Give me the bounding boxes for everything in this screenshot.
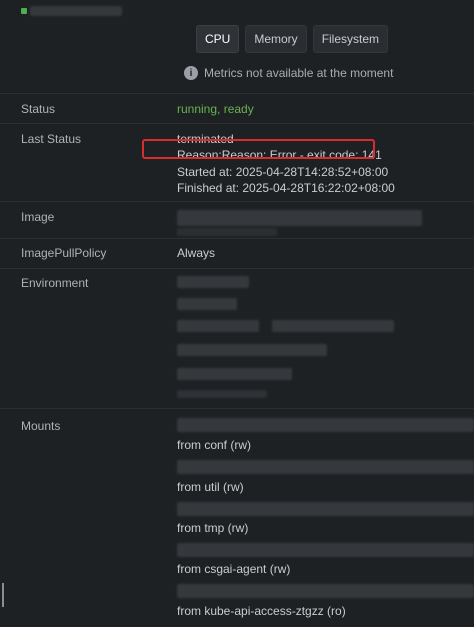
redacted-mount-path xyxy=(177,502,474,516)
divider xyxy=(0,238,474,239)
last-status-finished: Finished at: 2025-04-28T16:22:02+08:00 xyxy=(177,181,395,195)
mounts-label: Mounts xyxy=(21,419,61,433)
tab-cpu[interactable]: CPU xyxy=(196,25,240,53)
status-label: Status xyxy=(21,102,56,116)
redacted-env-var xyxy=(177,298,237,310)
container-status-indicator xyxy=(21,8,27,14)
redacted-mount-path xyxy=(177,460,474,474)
info-icon: i xyxy=(184,66,198,80)
image-pull-policy-label: ImagePullPolicy xyxy=(21,246,107,260)
status-value: running, ready xyxy=(177,102,254,116)
scroll-indicator xyxy=(2,583,4,607)
mount-item: from tmp (rw) xyxy=(177,521,249,535)
divider xyxy=(0,201,474,202)
metrics-unavailable-note: i Metrics not available at the moment xyxy=(184,66,393,80)
mount-item: from csgai-agent (rw) xyxy=(177,562,291,576)
metrics-tabs: CPU Memory Filesystem xyxy=(196,25,389,53)
divider xyxy=(0,408,474,409)
tab-memory[interactable]: Memory xyxy=(245,25,307,53)
redacted-mount-path xyxy=(177,584,474,598)
redacted-env-var xyxy=(177,276,249,288)
mount-item: from conf (rw) xyxy=(177,438,252,452)
redacted-image-value xyxy=(177,228,277,236)
image-label: Image xyxy=(21,210,55,224)
top-bar xyxy=(0,0,474,22)
tab-filesystem[interactable]: Filesystem xyxy=(312,25,389,53)
metrics-note-text: Metrics not available at the moment xyxy=(204,66,394,80)
redacted-mount-path xyxy=(177,418,474,432)
redacted-env-var xyxy=(177,320,259,332)
divider xyxy=(0,123,474,124)
image-pull-policy-value: Always xyxy=(177,246,216,260)
redacted-env-var xyxy=(177,390,267,398)
mount-item: from util (rw) xyxy=(177,480,244,494)
divider xyxy=(0,268,474,269)
divider xyxy=(0,93,474,94)
mount-item: from kube-api-access-ztgzz (ro) xyxy=(177,604,346,618)
redacted-container-name xyxy=(30,6,122,16)
redacted-image-value xyxy=(177,210,422,226)
last-status-label: Last Status xyxy=(21,132,82,146)
error-highlight-box xyxy=(142,139,375,159)
redacted-env-var xyxy=(272,320,394,332)
redacted-env-var xyxy=(177,368,292,380)
redacted-env-var xyxy=(177,344,327,356)
redacted-mount-path xyxy=(177,543,474,557)
environment-label: Environment xyxy=(21,276,89,290)
last-status-started: Started at: 2025-04-28T14:28:52+08:00 xyxy=(177,165,389,179)
